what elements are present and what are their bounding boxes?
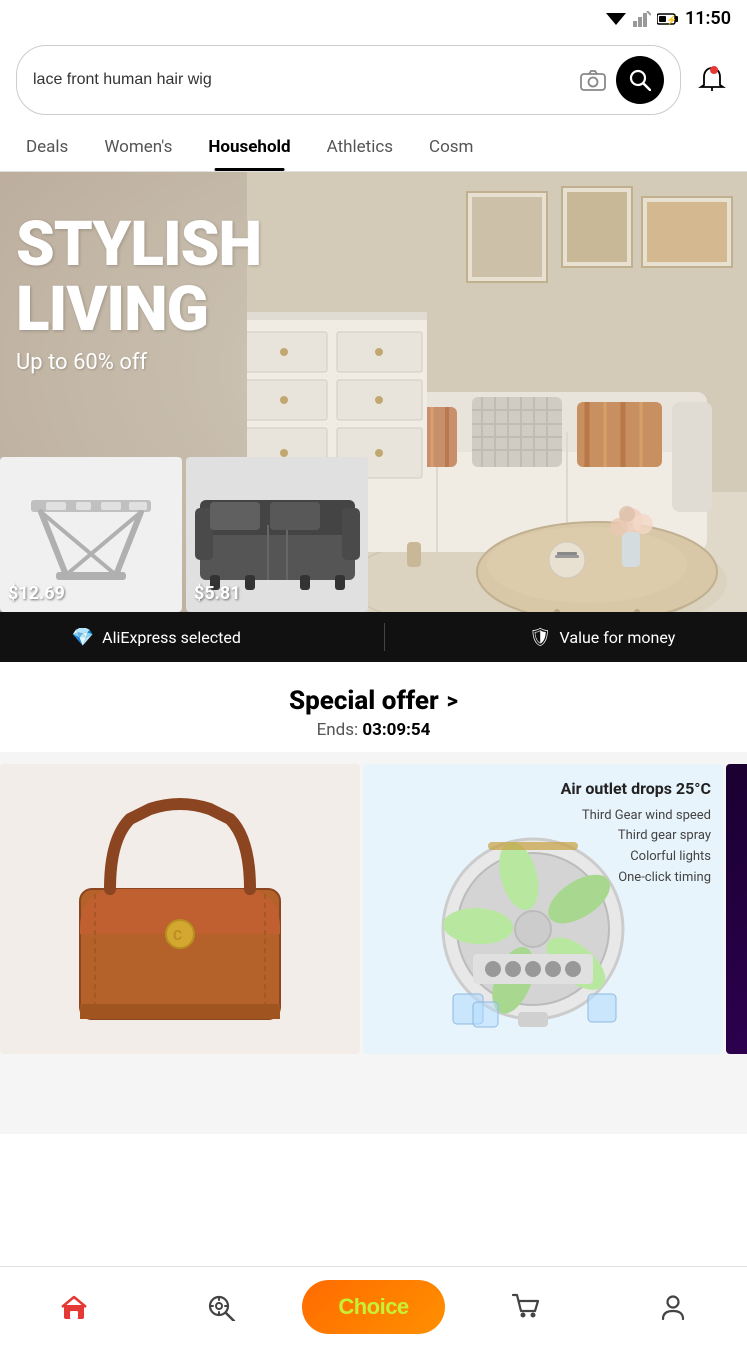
- bell-icon: [697, 65, 727, 95]
- tab-home[interactable]: [0, 1285, 147, 1329]
- product-grid: C Air outlet drops 25°C Third Gear wind …: [0, 752, 747, 1134]
- status-time: 11:50: [685, 8, 731, 29]
- rgb-image: RGB SMD505: [726, 764, 747, 1054]
- hero-text: STYLISH LIVING Up to 60% off: [16, 212, 261, 375]
- search-bar: [0, 37, 747, 123]
- svg-text:⚡: ⚡: [666, 14, 677, 26]
- banner-product-card-2[interactable]: $5.81: [186, 457, 368, 612]
- category-nav: Deals Women's Household Athletics Cosm: [0, 123, 747, 172]
- badge-divider: [384, 623, 385, 651]
- fan-feature-2: Third gear spray: [561, 826, 711, 847]
- product-card-rgb[interactable]: RGB SMD505: [726, 764, 747, 1054]
- fan-overlay: Air outlet drops 25°C Third Gear wind sp…: [561, 776, 711, 889]
- diamond-icon: 💎: [72, 627, 94, 648]
- profile-icon: [659, 1293, 687, 1321]
- nav-item-household[interactable]: Household: [190, 123, 308, 171]
- nav-item-cosm[interactable]: Cosm: [411, 123, 491, 171]
- special-offer-section: Special offer > Ends: 03:09:54: [0, 662, 747, 752]
- badge-value-text: Value for money: [560, 628, 676, 647]
- search-button[interactable]: [616, 56, 664, 104]
- special-offer-title: Special offer: [289, 686, 439, 716]
- status-icons: ⚡ 11:50: [605, 8, 731, 29]
- search-icon: [629, 69, 651, 91]
- bag-image: C: [0, 764, 360, 1054]
- offer-timer: Ends: 03:09:54: [0, 720, 747, 740]
- tab-profile[interactable]: [600, 1285, 747, 1329]
- nav-item-deals[interactable]: Deals: [8, 123, 86, 171]
- choice-label: Choice: [338, 1294, 408, 1319]
- sofa-price: $5.81: [194, 583, 241, 604]
- fan-feature-3: Colorful lights: [561, 847, 711, 868]
- camera-icon: [580, 69, 606, 91]
- nav-item-womens[interactable]: Women's: [86, 123, 190, 171]
- shield-icon: 🛡: [529, 627, 552, 648]
- battery-icon: ⚡: [657, 12, 679, 26]
- banner-products: $12.69: [0, 457, 368, 612]
- special-offer-header: Special offer >: [0, 686, 747, 716]
- hero-title-line1: STYLISH: [16, 212, 261, 277]
- notifications-button[interactable]: [693, 61, 731, 99]
- home-icon: [60, 1293, 88, 1321]
- svg-text:C: C: [173, 928, 182, 944]
- wifi-icon: [605, 11, 627, 27]
- fan-feature-1: Third Gear wind speed: [561, 806, 711, 827]
- tab-cart[interactable]: [453, 1285, 600, 1329]
- badge-value: 🛡 Value for money: [529, 627, 676, 648]
- bottom-nav: Choice: [0, 1266, 747, 1346]
- fan-title: Air outlet drops 25°C: [561, 776, 711, 802]
- product-card-fan[interactable]: Air outlet drops 25°C Third Gear wind sp…: [363, 764, 723, 1054]
- hero-bottom-bar: 💎 AliExpress selected 🛡 Value for money: [0, 612, 747, 662]
- hero-title-line2: LIVING: [16, 277, 261, 342]
- choice-button[interactable]: Choice: [302, 1280, 444, 1334]
- hero-banner: STYLISH LIVING Up to 60% off: [0, 172, 747, 662]
- badge-aliexpress-text: AliExpress selected: [102, 628, 241, 647]
- badge-aliexpress: 💎 AliExpress selected: [72, 627, 241, 648]
- cart-icon: [511, 1293, 541, 1321]
- search-input[interactable]: [33, 71, 570, 89]
- search-input-container: [16, 45, 681, 115]
- stool-price: $12.69: [8, 583, 65, 604]
- nav-item-athletics[interactable]: Athletics: [309, 123, 411, 171]
- special-offer-arrow[interactable]: >: [447, 689, 458, 714]
- product-card-bag[interactable]: C: [0, 764, 360, 1054]
- tab-choice[interactable]: Choice: [294, 1272, 452, 1342]
- tab-explore[interactable]: [147, 1285, 294, 1329]
- fan-feature-4: One-click timing: [561, 868, 711, 889]
- hero-subtitle: Up to 60% off: [16, 350, 261, 375]
- banner-product-card-1[interactable]: $12.69: [0, 457, 182, 612]
- explore-icon: [206, 1293, 236, 1321]
- camera-search-button[interactable]: [580, 69, 606, 91]
- signal-icon: [633, 11, 651, 27]
- status-bar: ⚡ 11:50: [0, 0, 747, 37]
